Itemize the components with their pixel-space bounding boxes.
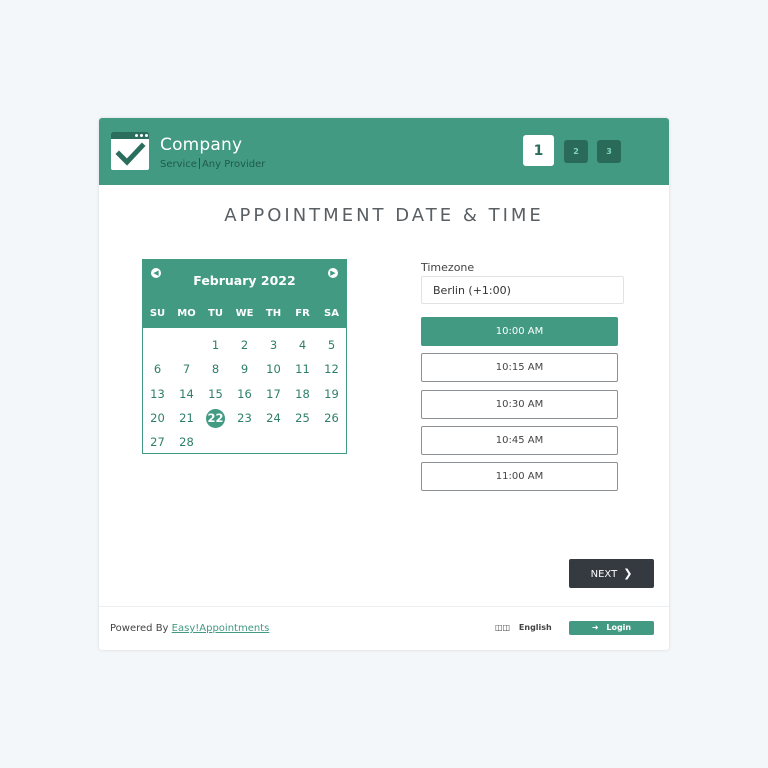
calendar-day[interactable]: 28 bbox=[172, 433, 201, 451]
company-name: Company bbox=[160, 135, 243, 155]
calendar-day[interactable]: 3 bbox=[259, 336, 288, 354]
calendar-day-selected[interactable]: 22 bbox=[201, 408, 230, 428]
calendar-day[interactable]: 21 bbox=[172, 409, 201, 427]
calendar-day[interactable]: 18 bbox=[288, 385, 317, 403]
calendar-day[interactable]: 6 bbox=[143, 360, 172, 378]
time-slot-button[interactable]: 10:45 AM bbox=[421, 426, 618, 455]
language-icon: ◫◫ bbox=[495, 623, 511, 632]
service-label: Service bbox=[160, 159, 197, 170]
calendar-day[interactable]: 26 bbox=[317, 409, 346, 427]
calendar-day[interactable]: 27 bbox=[143, 433, 172, 451]
step-1-indicator: 1 bbox=[523, 135, 554, 166]
powered-by-label: Powered By bbox=[110, 623, 169, 634]
calendar-day[interactable]: 19 bbox=[317, 385, 346, 403]
time-slot-button[interactable]: 10:00 AM bbox=[421, 317, 618, 346]
calendar-day[interactable]: 4 bbox=[288, 336, 317, 354]
page-title: APPOINTMENT DATE & TIME bbox=[224, 205, 544, 226]
login-button[interactable]: ➜ Login bbox=[569, 621, 654, 635]
calendar-month-label: February 2022 bbox=[193, 273, 296, 288]
next-button[interactable]: NEXT ❯ bbox=[569, 559, 654, 588]
step-3-indicator: 3 bbox=[597, 140, 621, 163]
header: Company Service Any Provider 1 2 3 bbox=[99, 118, 669, 185]
weekday-header: MO bbox=[177, 308, 196, 319]
calendar-day[interactable]: 12 bbox=[317, 360, 346, 378]
time-slot-button[interactable]: 11:00 AM bbox=[421, 462, 618, 491]
calendar-day[interactable]: 20 bbox=[143, 409, 172, 427]
calendar-day[interactable]: 17 bbox=[259, 385, 288, 403]
calendar-day[interactable]: 24 bbox=[259, 409, 288, 427]
language-selector[interactable]: ◫◫ English bbox=[495, 623, 552, 632]
calendar-check-icon bbox=[111, 132, 149, 170]
easyappointments-link[interactable]: Easy!Appointments bbox=[172, 623, 270, 634]
time-slot-button[interactable]: 10:30 AM bbox=[421, 390, 618, 419]
service-provider-subtitle: Service Any Provider bbox=[160, 158, 265, 170]
weekday-header: SU bbox=[149, 308, 166, 319]
calendar-day[interactable]: 11 bbox=[288, 360, 317, 378]
calendar-day[interactable]: 16 bbox=[230, 385, 259, 403]
calendar-day[interactable]: 7 bbox=[172, 360, 201, 378]
timezone-select[interactable]: Berlin (+1:00) bbox=[421, 276, 624, 304]
calendar-day[interactable]: 2 bbox=[230, 336, 259, 354]
calendar-day[interactable]: 13 bbox=[143, 385, 172, 403]
calendar-day[interactable]: 5 bbox=[317, 336, 346, 354]
provider-label: Any Provider bbox=[201, 159, 266, 170]
date-picker: ◀ February 2022 ▶ SU MO TU WE TH FR SA 1234567… bbox=[142, 259, 347, 454]
calendar-day[interactable]: 23 bbox=[230, 409, 259, 427]
weekday-header: WE bbox=[235, 308, 254, 319]
calendar-day[interactable]: 1 bbox=[201, 336, 230, 354]
chevron-right-icon[interactable]: ▶ bbox=[328, 268, 338, 278]
calendar-header: ◀ February 2022 ▶ SU MO TU WE TH FR SA bbox=[143, 260, 346, 328]
powered-by: Powered By Easy!Appointments bbox=[110, 623, 269, 634]
step-2-indicator: 2 bbox=[564, 140, 588, 163]
time-slot-button[interactable]: 10:15 AM bbox=[421, 353, 618, 382]
calendar-day[interactable]: 10 bbox=[259, 360, 288, 378]
chevron-right-icon: ❯ bbox=[623, 567, 633, 580]
language-label: English bbox=[518, 623, 552, 632]
separator bbox=[198, 158, 200, 169]
calendar-day[interactable]: 8 bbox=[201, 360, 230, 378]
weekday-header: TH bbox=[265, 308, 282, 319]
next-button-label: NEXT bbox=[590, 569, 618, 580]
calendar-day[interactable]: 25 bbox=[288, 409, 317, 427]
footer-divider bbox=[99, 606, 669, 607]
weekday-header: TU bbox=[208, 308, 223, 319]
timezone-label: Timezone bbox=[421, 261, 475, 274]
booking-card: Company Service Any Provider 1 2 3 APPOIN… bbox=[99, 118, 669, 650]
calendar-day[interactable]: 9 bbox=[230, 360, 259, 378]
weekday-header: SA bbox=[324, 308, 339, 319]
login-label: Login bbox=[606, 623, 632, 632]
calendar-day[interactable]: 15 bbox=[201, 385, 230, 403]
weekday-header: FR bbox=[295, 308, 310, 319]
calendar-day[interactable]: 14 bbox=[172, 385, 201, 403]
sign-in-icon: ➜ bbox=[591, 623, 599, 632]
